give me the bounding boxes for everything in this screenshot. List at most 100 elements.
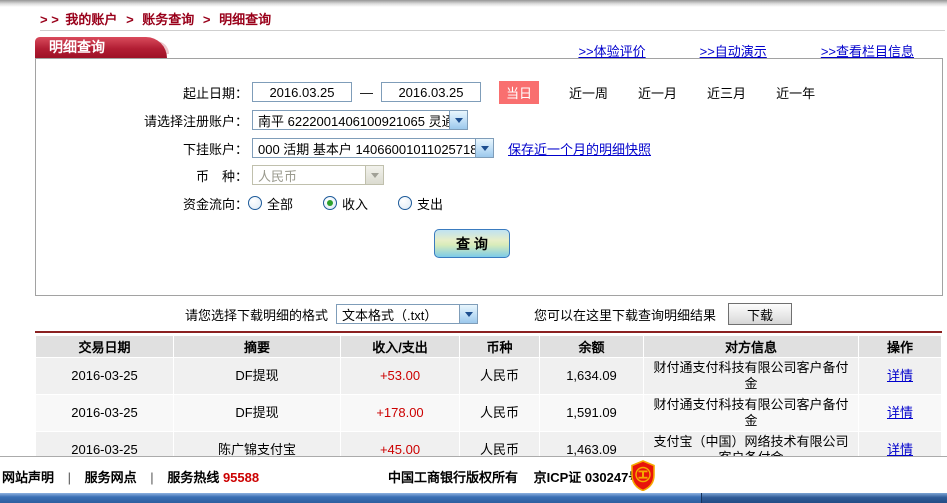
cell-date: 2016-03-25 (36, 395, 173, 431)
sub-account-label: 下挂账户： (182, 141, 248, 157)
flow-option-all[interactable]: 全部 (248, 194, 293, 213)
header-summary: 摘要 (174, 336, 340, 357)
footer-separator: | (150, 470, 154, 485)
range-last-3-months-button[interactable]: 近三月 (707, 83, 746, 102)
breadcrumb-item-my-account[interactable]: 我的账户 (65, 12, 117, 27)
download-button[interactable]: 下载 (728, 303, 793, 325)
header-currency: 币种 (460, 336, 539, 357)
flow-option-all-label: 全部 (267, 196, 294, 212)
breadcrumb-separator: > (126, 12, 134, 27)
fund-flow-radio-group: 全部 收入 支出 (248, 194, 443, 213)
date-range-label: 起止日期： (182, 85, 248, 101)
currency-label: 币 种： (195, 168, 248, 184)
breadcrumb-item-account-query[interactable]: 账务查询 (142, 12, 194, 27)
register-account-label: 请选择注册账户： (143, 113, 248, 129)
bottom-bar-left-segment (0, 493, 701, 503)
tab-detail-query[interactable]: 明细查询 (35, 37, 167, 58)
header-action: 操作 (859, 336, 941, 357)
cell-summary: DF提现 (174, 358, 340, 394)
download-format-value: 文本格式（.txt） (342, 307, 438, 323)
register-account-row: 请选择注册账户： 南平 6222001406100921065 灵通卡 (36, 109, 942, 131)
download-format-label: 请您选择下载明细的格式 (185, 307, 329, 323)
sub-account-row: 下挂账户： 000 活期 基本户 1406600101102571848 保存近… (36, 137, 942, 159)
breadcrumb-divider (40, 30, 945, 31)
download-result-label: 您可以在这里下载查询明细结果 (534, 307, 717, 323)
flow-option-expense[interactable]: 支出 (398, 194, 443, 213)
cell-amount: +53.00 (341, 358, 459, 394)
flow-option-expense-label: 支出 (417, 196, 444, 212)
header-date: 交易日期 (36, 336, 173, 357)
register-account-value: 南平 6222001406100921065 灵通卡 (258, 113, 449, 129)
cell-date: 2016-03-25 (36, 358, 173, 394)
detail-link[interactable]: 详情 (887, 405, 913, 420)
register-account-select[interactable]: 南平 6222001406100921065 灵通卡 (252, 110, 468, 130)
currency-select-disabled: 人民币 (252, 165, 384, 185)
date-dash: — (360, 84, 373, 100)
copyright: 中国工商银行版权所有 京ICP证 030247号 (388, 467, 641, 486)
download-format-select[interactable]: 文本格式（.txt） (336, 304, 479, 324)
table-row: 2016-03-25 DF提现 +178.00 人民币 1,591.09 财付通… (36, 395, 941, 431)
cell-summary: DF提现 (174, 395, 340, 431)
flow-option-income[interactable]: 收入 (323, 194, 368, 213)
hotline-label: 服务热线 (167, 470, 220, 485)
icp-license: 京ICP证 030247号 (533, 470, 642, 485)
range-last-week-button[interactable]: 近一周 (569, 83, 608, 102)
flow-option-income-label: 收入 (342, 196, 369, 212)
service-outlets-link[interactable]: 服务网点 (85, 470, 137, 485)
table-top-rule (35, 331, 942, 333)
chevron-down-icon (475, 139, 493, 157)
hotline-number: 95588 (222, 470, 260, 485)
breadcrumb-item-detail-query[interactable]: 明细查询 (219, 12, 271, 27)
date-to-input[interactable] (381, 82, 481, 102)
header-balance: 余额 (540, 336, 643, 357)
copyright-text: 中国工商银行版权所有 (388, 470, 519, 485)
radio-income-icon[interactable] (323, 196, 338, 210)
header-amount: 收入/支出 (341, 336, 459, 357)
range-last-month-button[interactable]: 近一月 (638, 83, 677, 102)
range-today-button[interactable]: 当日 (499, 80, 540, 104)
table-header-row: 交易日期 摘要 收入/支出 币种 余额 对方信息 操作 (36, 336, 941, 357)
top-edge-gradient (0, 0, 947, 7)
cell-balance: 1,634.09 (540, 358, 643, 394)
currency-value: 人民币 (258, 168, 298, 184)
footer-separator: | (67, 470, 72, 485)
download-row: 请您选择下载明细的格式 文本格式（.txt） 您可以在这里下载查询明细结果 下载 (35, 303, 941, 325)
detail-link[interactable]: 详情 (887, 368, 913, 383)
bottom-bar (0, 493, 947, 503)
currency-row: 币 种： 人民币 (36, 164, 942, 186)
cell-counterparty: 财付通支付科技有限公司客户备付金 (644, 395, 858, 431)
footer-links: 网站声明 | 服务网点 | 服务热线 95588 (2, 467, 259, 486)
breadcrumb-prefix: > > (40, 12, 59, 27)
breadcrumb: > > 我的账户 > 账务查询 > 明细查询 (40, 9, 274, 28)
header-counterparty: 对方信息 (644, 336, 858, 357)
cell-amount: +178.00 (341, 395, 459, 431)
transaction-table: 交易日期 摘要 收入/支出 币种 余额 对方信息 操作 2016-03-25 D… (35, 335, 942, 469)
radio-expense-icon[interactable] (398, 196, 413, 210)
breadcrumb-separator: > (202, 12, 211, 27)
page: > > 我的账户 > 账务查询 > 明细查询 明细查询 >>体验评价 >>自动演… (0, 0, 947, 503)
table-row: 2016-03-25 DF提现 +53.00 人民币 1,634.09 财付通支… (36, 358, 941, 394)
cell-currency: 人民币 (460, 395, 539, 431)
security-emblem-icon[interactable] (630, 460, 656, 491)
footer: 网站声明 | 服务网点 | 服务热线 95588 中国工商银行版权所有 京ICP… (0, 456, 947, 494)
fund-flow-label: 资金流向： (182, 196, 248, 212)
save-monthly-snapshot-link[interactable]: 保存近一个月的明细快照 (508, 139, 651, 158)
query-form-panel: 起止日期： — 当日 近一周 近一月 近三月 近一年 请选择注册账户： 南平 6… (35, 58, 943, 296)
detail-link[interactable]: 详情 (887, 442, 913, 457)
fund-flow-row: 资金流向： 全部 收入 支出 (36, 192, 942, 214)
sub-account-value: 000 活期 基本户 1406600101102571848 (258, 141, 475, 157)
cell-counterparty: 财付通支付科技有限公司客户备付金 (644, 358, 858, 394)
cell-balance: 1,591.09 (540, 395, 643, 431)
chevron-down-icon (365, 166, 383, 184)
sub-account-select[interactable]: 000 活期 基本户 1406600101102571848 (252, 138, 494, 158)
query-button[interactable]: 查 询 (434, 229, 510, 258)
date-range-row: 起止日期： — 当日 近一周 近一月 近三月 近一年 (36, 80, 942, 104)
radio-all-icon[interactable] (248, 196, 262, 210)
chevron-down-icon (449, 111, 467, 129)
bottom-bar-right-segment (701, 493, 947, 503)
date-from-input[interactable] (252, 82, 352, 102)
site-statement-link[interactable]: 网站声明 (2, 470, 54, 485)
cell-currency: 人民币 (460, 358, 539, 394)
chevron-down-icon (459, 305, 478, 323)
range-last-year-button[interactable]: 近一年 (776, 83, 815, 102)
